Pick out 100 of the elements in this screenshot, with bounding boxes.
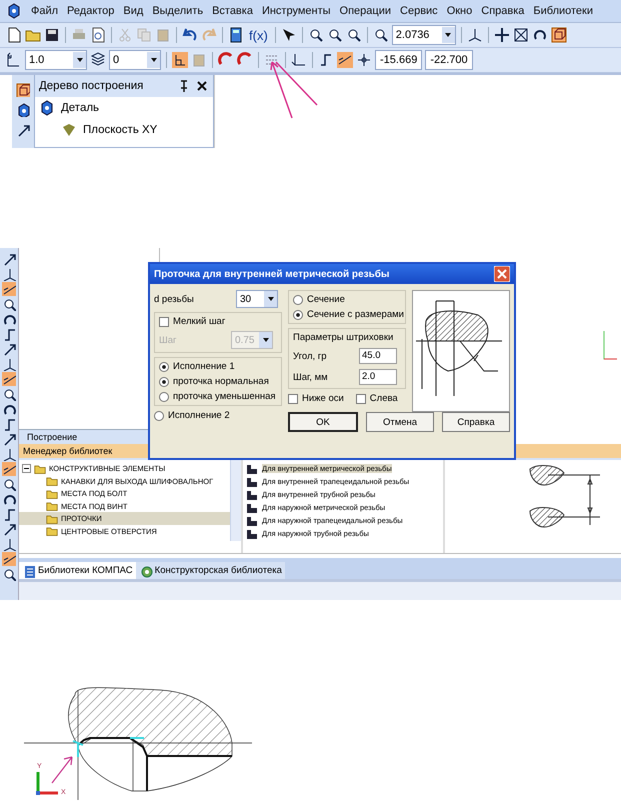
menu-item[interactable]: Файл: [31, 5, 58, 17]
calculator-icon[interactable]: [228, 27, 244, 43]
angle-tool-icon[interactable]: [2, 357, 16, 371]
pan-icon[interactable]: [494, 27, 510, 43]
line-tool-icon[interactable]: [2, 522, 16, 536]
dialog-button[interactable]: Справка: [442, 412, 510, 432]
coordinates-icon[interactable]: [356, 52, 372, 68]
zoom-icon[interactable]: [308, 27, 324, 43]
dialog-title: Проточка для внутренней метрической резьбы: [154, 268, 390, 280]
menu-item[interactable]: Вставка: [212, 5, 253, 17]
field-label: Шаг: [159, 334, 176, 346]
coordinate-field[interactable]: -22.700: [425, 50, 473, 70]
circle-tool-icon[interactable]: [2, 297, 16, 311]
close-icon[interactable]: [195, 79, 209, 93]
step-line-icon[interactable]: [318, 52, 334, 68]
polyline-tool-icon[interactable]: [2, 507, 16, 521]
layers-icon[interactable]: [90, 52, 106, 68]
circle-tool-icon[interactable]: [2, 477, 16, 491]
step-icon[interactable]: [6, 52, 22, 68]
part-icon[interactable]: [6, 3, 22, 19]
panel-tab[interactable]: Библиотеки КОМПАС: [19, 562, 136, 580]
zoom-combo[interactable]: 2.0736: [392, 25, 456, 45]
fit-view-icon[interactable]: [512, 27, 529, 43]
radio-button[interactable]: Сечение: [293, 294, 401, 305]
menu-item[interactable]: Операции: [340, 5, 392, 17]
line-tool-icon[interactable]: [2, 252, 16, 266]
radio-button[interactable]: Сечение с размерами: [293, 309, 401, 320]
line-tool-icon[interactable]: [2, 432, 16, 446]
undo-icon[interactable]: [182, 27, 198, 43]
menu-item[interactable]: Вид: [123, 5, 144, 17]
line-tool-icon[interactable]: [2, 342, 16, 356]
book-icon: [22, 564, 36, 578]
annotation-arrow: [51, 756, 73, 784]
thread-combo[interactable]: 30: [236, 290, 278, 308]
layer-combo[interactable]: 0: [109, 50, 161, 70]
field-label: Шаг, мм: [293, 372, 328, 382]
field-label: d резьбы: [154, 294, 194, 304]
zoom-out-icon[interactable]: [346, 27, 362, 43]
hatch-tool-icon[interactable]: [2, 372, 16, 386]
hatch-tool-icon[interactable]: [2, 282, 16, 296]
zoom-in-icon[interactable]: [326, 27, 343, 43]
coordinate-field[interactable]: -15.669: [375, 50, 422, 70]
tree-item[interactable]: Деталь: [35, 97, 213, 119]
orientation-icon[interactable]: [466, 27, 483, 43]
help-pointer-icon[interactable]: [280, 27, 297, 43]
angle-tool-icon[interactable]: [2, 447, 16, 461]
hatch-tool-icon[interactable]: [2, 552, 16, 566]
polyline-tool-icon[interactable]: [2, 327, 16, 341]
zoom-scale-icon[interactable]: [372, 27, 389, 43]
snap-icon[interactable]: [337, 52, 353, 68]
menu-item[interactable]: Окно: [446, 5, 472, 17]
menu-item[interactable]: Инструменты: [262, 5, 331, 17]
scrollbar[interactable]: [230, 460, 241, 541]
arc-tool-icon[interactable]: [2, 312, 16, 326]
gear-icon: [138, 564, 153, 578]
menu-item[interactable]: Справка: [481, 5, 524, 17]
menu-item[interactable]: Редактор: [67, 5, 114, 17]
radio-button[interactable]: Исполнение 2: [154, 410, 282, 421]
folder-icon: [46, 488, 58, 500]
menu-item[interactable]: Сервис: [400, 5, 438, 17]
cube-icon[interactable]: [550, 27, 567, 43]
polyline-tool-icon[interactable]: [2, 417, 16, 431]
angle-tool-icon[interactable]: [2, 267, 16, 281]
new-document-icon[interactable]: [6, 27, 22, 43]
radio-button[interactable]: проточка уменьшенная: [159, 391, 277, 402]
folder-icon: [46, 500, 58, 512]
dialog-button[interactable]: Отмена: [366, 412, 434, 432]
menu-item[interactable]: Библиотеки: [533, 5, 594, 17]
angle-tool-icon[interactable]: [2, 537, 16, 551]
coordinate-axes-icon: [36, 772, 58, 795]
menu-item[interactable]: Выделить: [152, 5, 204, 17]
field-label: Угол, гр: [293, 350, 327, 362]
hatch-tool-icon[interactable]: [2, 462, 16, 476]
circle-tool-icon[interactable]: [2, 387, 16, 401]
cube-icon[interactable]: [16, 83, 30, 97]
plane-icon: [61, 122, 77, 138]
collapse-icon[interactable]: [22, 464, 31, 474]
part-icon: [39, 100, 55, 116]
radio-button[interactable]: проточка нормальная: [159, 376, 277, 387]
input-field[interactable]: 45.0: [359, 348, 397, 364]
tree-item[interactable]: Плоскость XY: [35, 119, 213, 141]
step-combo[interactable]: 1.0: [25, 50, 87, 70]
save-icon[interactable]: [44, 27, 60, 43]
groove-icon: [246, 462, 258, 475]
checkbox[interactable]: Мелкий шаг: [159, 316, 277, 327]
radio-button[interactable]: Исполнение 1: [159, 361, 277, 372]
formula-button[interactable]: f(x): [247, 28, 270, 42]
ortho-icon[interactable]: [172, 52, 188, 68]
dialog-button[interactable]: OK: [288, 412, 358, 432]
checkbox[interactable]: Ниже оси: [288, 393, 344, 404]
panel-tab[interactable]: Конструкторская библиотека: [136, 562, 285, 580]
input-field[interactable]: 2.0: [359, 369, 397, 385]
folder-icon: [46, 525, 58, 538]
print-preview-icon[interactable]: [90, 27, 106, 43]
checkbox[interactable]: Слева: [356, 393, 398, 404]
circle-tool-icon[interactable]: [2, 567, 16, 581]
arc-tool-icon[interactable]: [2, 492, 16, 506]
local-axes-icon[interactable]: [291, 52, 307, 68]
arc-tool-icon[interactable]: [2, 402, 16, 416]
groove-preview-drawing: [529, 464, 601, 530]
